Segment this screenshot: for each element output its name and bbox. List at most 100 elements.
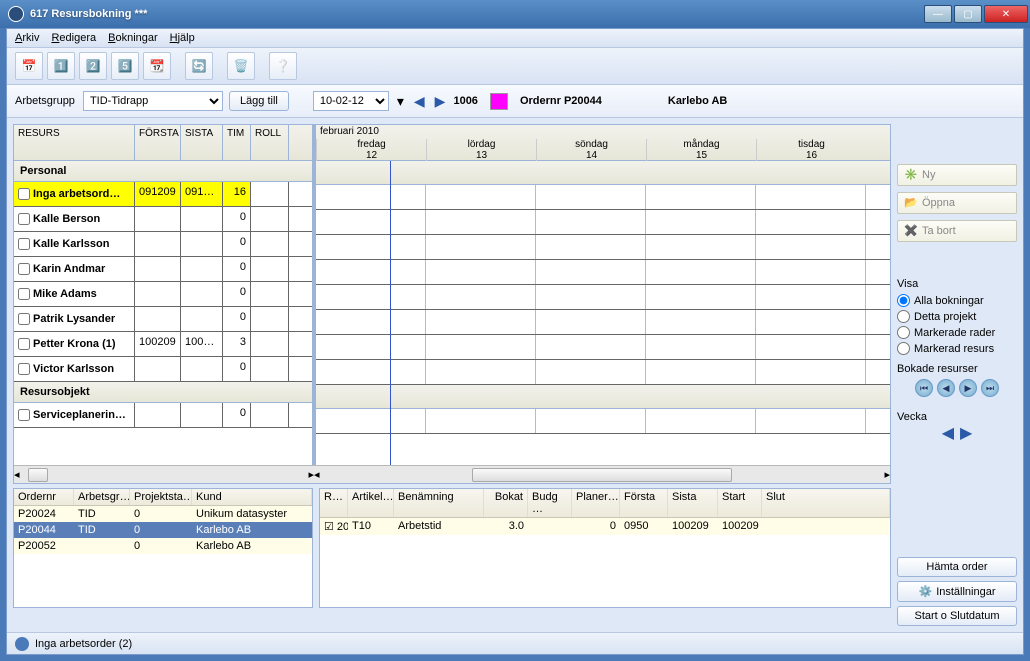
oh-ordernr[interactable]: Ordernr bbox=[14, 489, 74, 505]
dh-artikel[interactable]: Artikel… bbox=[348, 489, 394, 517]
gantt-row[interactable] bbox=[316, 210, 890, 235]
nav-next-icon[interactable]: ▶ bbox=[959, 379, 977, 397]
menu-hjalp[interactable]: Hjälp bbox=[170, 32, 195, 44]
resource-row[interactable]: Serviceplanerin…0 bbox=[14, 403, 312, 428]
gantt-row[interactable] bbox=[316, 409, 890, 434]
resource-row[interactable]: Patrik Lysander0 bbox=[14, 307, 312, 332]
col-tim[interactable]: TIM bbox=[223, 125, 251, 160]
menu-bokningar[interactable]: Bokningar bbox=[108, 32, 158, 44]
oppna-button[interactable]: 📂Öppna bbox=[897, 192, 1017, 214]
oh-projektsta[interactable]: Projektsta… bbox=[130, 489, 192, 505]
close-button[interactable]: ✕ bbox=[984, 5, 1028, 23]
resource-checkbox[interactable] bbox=[18, 288, 30, 300]
tool-cal1-button[interactable]: 1️⃣ bbox=[47, 52, 75, 80]
start-slutdatum-button[interactable]: Start o Slutdatum bbox=[897, 606, 1017, 626]
col-sista[interactable]: SISTA bbox=[181, 125, 223, 160]
gantt-row[interactable] bbox=[316, 185, 890, 210]
detail-row[interactable]: ☑ 20T10Arbetstid3.000950100209100209 bbox=[320, 518, 890, 535]
resource-row[interactable]: Victor Karlsson0 bbox=[14, 357, 312, 382]
vecka-next-icon[interactable]: ▶ bbox=[960, 423, 972, 443]
col-roll[interactable]: ROLL bbox=[251, 125, 289, 160]
gantt-chart: februari 2010 fredag12lördag13söndag14må… bbox=[314, 125, 890, 465]
tool-day-button[interactable]: 📅 bbox=[15, 52, 43, 80]
hamta-order-button[interactable]: Hämta order bbox=[897, 557, 1017, 577]
radio-markerad[interactable]: Markerad resurs bbox=[897, 342, 1017, 355]
arbetsgrupp-select[interactable]: TID-Tidrapp bbox=[83, 91, 223, 111]
gantt-day: tisdag16 bbox=[756, 139, 866, 161]
resource-checkbox[interactable] bbox=[18, 363, 30, 375]
tool-delete-button[interactable]: 🗑️ bbox=[227, 52, 255, 80]
nav-prev-icon[interactable]: ◀ bbox=[937, 379, 955, 397]
dh-r[interactable]: R… bbox=[320, 489, 348, 517]
radio-alla[interactable]: Alla bokningar bbox=[897, 294, 1017, 307]
dh-sista[interactable]: Sista bbox=[668, 489, 718, 517]
group-header: Resursobjekt bbox=[14, 382, 312, 403]
dh-bokat[interactable]: Bokat bbox=[484, 489, 528, 517]
nav-last-icon[interactable]: ⏭ bbox=[981, 379, 999, 397]
gantt-row[interactable] bbox=[316, 235, 890, 260]
resource-checkbox[interactable] bbox=[18, 338, 30, 350]
gantt-row[interactable] bbox=[316, 360, 890, 385]
group-header: Personal bbox=[14, 161, 312, 182]
resource-checkbox[interactable] bbox=[18, 238, 30, 250]
dh-slut[interactable]: Slut bbox=[762, 489, 890, 517]
gantt-month: februari 2010 bbox=[320, 126, 379, 137]
tool-cal2-button[interactable]: 2️⃣ bbox=[79, 52, 107, 80]
resource-row[interactable]: Inga arbetsord…09120909121116 bbox=[14, 182, 312, 207]
oh-arbetsgr[interactable]: Arbetsgr… bbox=[74, 489, 130, 505]
resource-row[interactable]: Mike Adams0 bbox=[14, 282, 312, 307]
menu-arkiv[interactable]: Arkiv bbox=[15, 32, 39, 44]
prev-week-button[interactable] bbox=[412, 93, 427, 110]
detail-panel: R… Artikel… Benämning Bokat Budg … Plane… bbox=[319, 488, 891, 608]
gantt-row[interactable] bbox=[316, 310, 890, 335]
vecka-group: Vecka ◀ ▶ bbox=[897, 411, 1017, 443]
gantt-row[interactable] bbox=[316, 335, 890, 360]
resource-row[interactable]: Karin Andmar0 bbox=[14, 257, 312, 282]
tool-cal5-button[interactable]: 5️⃣ bbox=[111, 52, 139, 80]
gantt-body[interactable] bbox=[316, 161, 890, 465]
dh-planer[interactable]: Planer… bbox=[572, 489, 620, 517]
vecka-prev-icon[interactable]: ◀ bbox=[942, 423, 954, 443]
gantt-row[interactable] bbox=[316, 260, 890, 285]
col-resurs[interactable]: RESURS bbox=[14, 125, 135, 160]
oh-kund[interactable]: Kund bbox=[192, 489, 312, 505]
order-row[interactable]: P20044TID0Karlebo AB bbox=[14, 522, 312, 538]
next-week-button[interactable] bbox=[433, 93, 448, 110]
gantt-hscroll[interactable]: ◂▸ bbox=[314, 465, 890, 483]
gantt-day: fredag12 bbox=[316, 139, 426, 161]
dh-benamning[interactable]: Benämning bbox=[394, 489, 484, 517]
resource-row[interactable]: Petter Krona (1)1002091002093 bbox=[14, 332, 312, 357]
order-row[interactable]: P20024TID0Unikum datasyster bbox=[14, 506, 312, 522]
lagg-till-button[interactable]: Lägg till bbox=[229, 91, 289, 111]
date-dropdown-icon[interactable]: ▾ bbox=[395, 93, 406, 110]
dh-budg[interactable]: Budg … bbox=[528, 489, 572, 517]
app-icon bbox=[8, 6, 24, 22]
resource-checkbox[interactable] bbox=[18, 213, 30, 225]
resource-checkbox[interactable] bbox=[18, 313, 30, 325]
maximize-button[interactable]: ▢ bbox=[954, 5, 982, 23]
resource-row[interactable]: Kalle Berson0 bbox=[14, 207, 312, 232]
resource-row[interactable]: Kalle Karlsson0 bbox=[14, 232, 312, 257]
resource-checkbox[interactable] bbox=[18, 409, 30, 421]
menu-redigera[interactable]: Redigera bbox=[51, 32, 96, 44]
radio-detta[interactable]: Detta projekt bbox=[897, 310, 1017, 323]
installningar-button[interactable]: ⚙️Inställningar bbox=[897, 581, 1017, 602]
minimize-button[interactable]: — bbox=[924, 5, 952, 23]
resource-checkbox[interactable] bbox=[18, 263, 30, 275]
date-select[interactable]: 10-02-12 bbox=[313, 91, 389, 111]
resource-hscroll[interactable]: ◂▸ bbox=[14, 465, 314, 483]
order-row[interactable]: P200520Karlebo AB bbox=[14, 538, 312, 554]
col-forsta[interactable]: FÖRSTA bbox=[135, 125, 181, 160]
tool-refresh-button[interactable]: 🔄 bbox=[185, 52, 213, 80]
radio-markerade[interactable]: Markerade rader bbox=[897, 326, 1017, 339]
resource-checkbox[interactable] bbox=[18, 188, 30, 200]
ny-button[interactable]: ✳️Ny bbox=[897, 164, 1017, 186]
tabort-button[interactable]: ✖️Ta bort bbox=[897, 220, 1017, 242]
dh-forsta[interactable]: Första bbox=[620, 489, 668, 517]
tool-help-button[interactable]: ❔ bbox=[269, 52, 297, 80]
nav-first-icon[interactable]: ⏮ bbox=[915, 379, 933, 397]
tool-cal31-button[interactable]: 📆 bbox=[143, 52, 171, 80]
window-title: 617 Resursbokning *** bbox=[30, 8, 924, 20]
dh-start[interactable]: Start bbox=[718, 489, 762, 517]
gantt-row[interactable] bbox=[316, 285, 890, 310]
